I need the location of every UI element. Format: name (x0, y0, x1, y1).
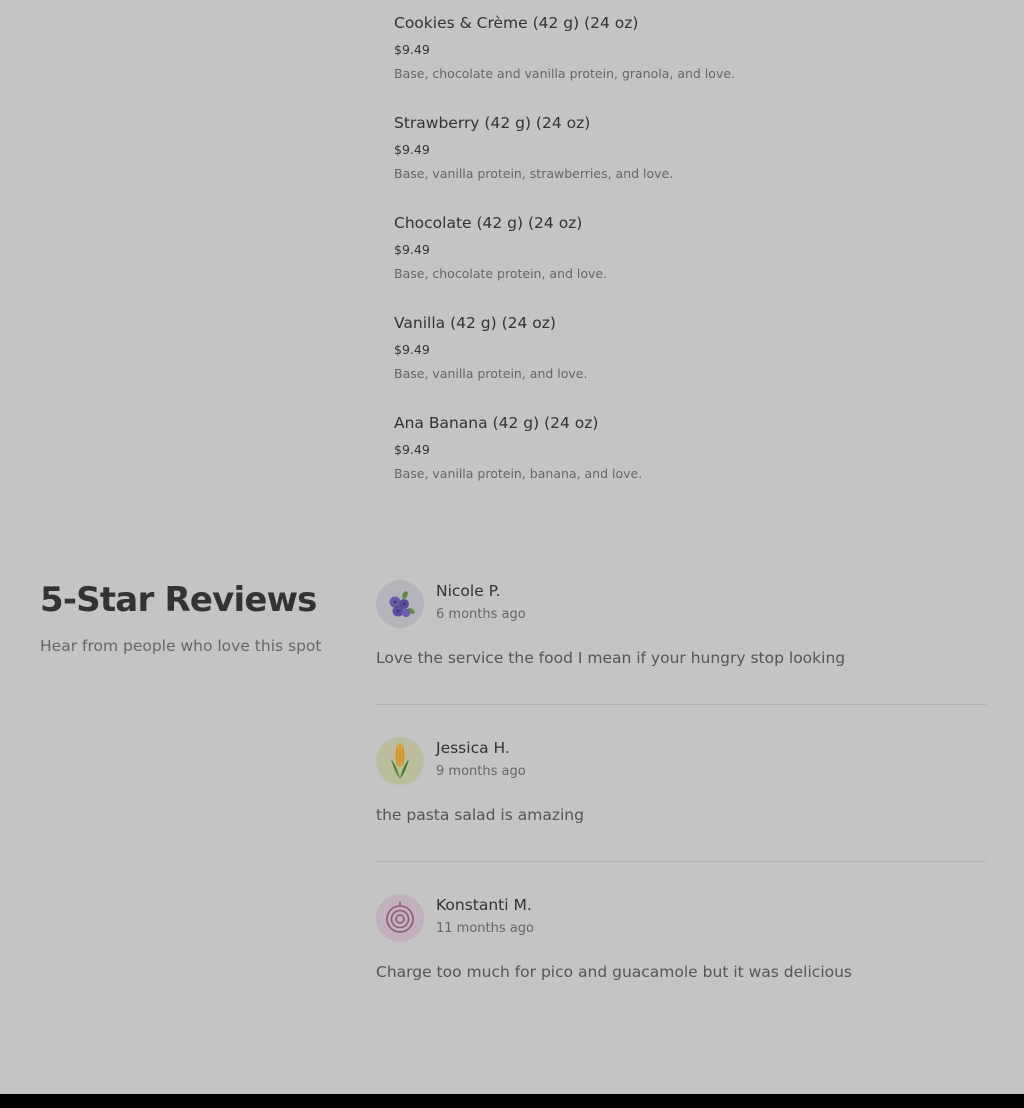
reviews-subtitle: Hear from people who love this spot (40, 637, 322, 655)
review-divider (376, 704, 986, 705)
reviewer-name: Jessica H. (436, 739, 510, 757)
menu-item[interactable]: Strawberry (42 g) (24 oz) $9.49 Base, va… (394, 100, 994, 200)
menu-item[interactable]: Chocolate (42 g) (24 oz) $9.49 Base, cho… (394, 200, 994, 300)
menu-item-name: Ana Banana (42 g) (24 oz) (394, 414, 599, 432)
review-text: the pasta salad is amazing (376, 806, 584, 824)
menu-item-name: Chocolate (42 g) (24 oz) (394, 214, 583, 232)
corn-icon (376, 737, 424, 785)
footer-bar (0, 1094, 1024, 1108)
reviewer-name: Nicole P. (436, 582, 501, 600)
menu-item-name: Strawberry (42 g) (24 oz) (394, 114, 591, 132)
review-text: Love the service the food I mean if your… (376, 649, 846, 667)
blueberries-icon (376, 580, 424, 628)
menu-item[interactable]: Vanilla (42 g) (24 oz) $9.49 Base, vanil… (394, 300, 994, 400)
menu-item-description: Base, chocolate and vanilla protein, gra… (394, 66, 736, 81)
review-card: Nicole P. 6 months ago Love the service … (376, 580, 986, 737)
menu-item-description: Base, vanilla protein, and love. (394, 366, 588, 381)
onion-icon (376, 894, 424, 942)
menu-item-price: $9.49 (394, 142, 430, 157)
review-text: Charge too much for pico and guacamole b… (376, 963, 853, 981)
menu-item-name: Cookies & Crème (42 g) (24 oz) (394, 14, 639, 32)
menu-item-price: $9.49 (394, 342, 430, 357)
menu-item-list: Cookies & Crème (42 g) (24 oz) $9.49 Bas… (394, 0, 994, 500)
review-card: Konstanti M. 11 months ago Charge too mu… (376, 894, 986, 1051)
review-date: 11 months ago (436, 921, 534, 936)
review-list: Nicole P. 6 months ago Love the service … (376, 580, 986, 1051)
review-date: 9 months ago (436, 764, 526, 779)
menu-item[interactable]: Cookies & Crème (42 g) (24 oz) $9.49 Bas… (394, 0, 994, 100)
review-date: 6 months ago (436, 607, 526, 622)
reviews-heading: 5-Star Reviews (40, 580, 317, 620)
reviewer-name: Konstanti M. (436, 896, 532, 914)
menu-item-description: Base, chocolate protein, and love. (394, 266, 608, 281)
menu-item-price: $9.49 (394, 442, 430, 457)
menu-item-price: $9.49 (394, 42, 430, 57)
review-divider (376, 861, 986, 862)
menu-item-description: Base, vanilla protein, banana, and love. (394, 466, 643, 481)
menu-item-description: Base, vanilla protein, strawberries, and… (394, 166, 674, 181)
menu-item-name: Vanilla (42 g) (24 oz) (394, 314, 556, 332)
menu-item-price: $9.49 (394, 242, 430, 257)
menu-item[interactable]: Ana Banana (42 g) (24 oz) $9.49 Base, va… (394, 400, 994, 500)
review-card: Jessica H. 9 months ago the pasta salad … (376, 737, 986, 894)
